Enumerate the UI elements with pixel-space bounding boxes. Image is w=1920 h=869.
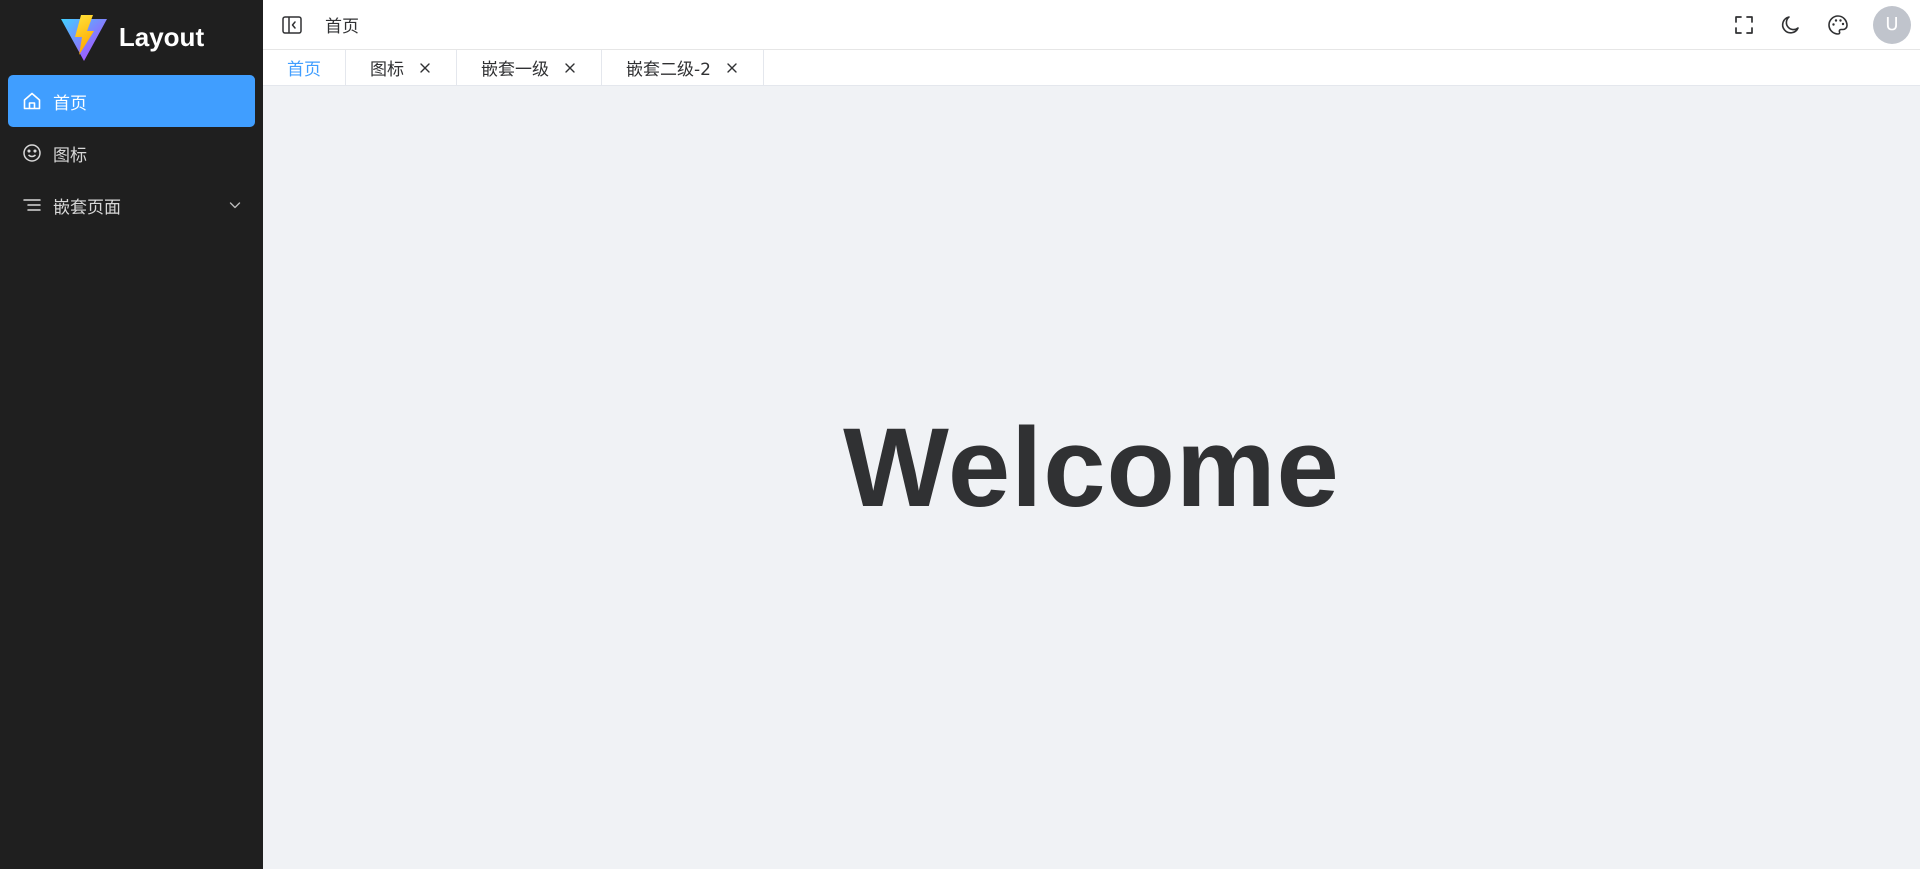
sidebar-item-nested[interactable]: 嵌套页面 (8, 179, 255, 231)
main-content: Welcome (263, 86, 1920, 869)
header-actions: U (1732, 5, 1920, 44)
sidebar-item-label: 嵌套页面 (53, 197, 121, 218)
moon-icon[interactable] (1779, 13, 1803, 37)
sidebar-item-home[interactable]: 首页 (8, 75, 255, 127)
tab-nested-level1[interactable]: 嵌套一级 (457, 50, 602, 85)
sidebar-item-icons[interactable]: 图标 (8, 127, 255, 179)
tab-nested-level2[interactable]: 嵌套二级-2 (602, 50, 764, 85)
welcome-heading: Welcome (843, 405, 1340, 530)
smile-icon (21, 142, 43, 164)
tab-home[interactable]: 首页 (263, 50, 346, 85)
close-icon[interactable] (563, 61, 577, 75)
user-avatar[interactable]: U (1873, 5, 1911, 44)
sidebar-item-label: 图标 (53, 145, 87, 166)
close-icon[interactable] (725, 61, 739, 75)
tab-label: 首页 (287, 60, 321, 80)
tabs-bar: 首页 图标 嵌套一级 嵌套二级-2 (263, 50, 1920, 86)
sidebar-menu: 首页 图标 嵌套页面 (0, 75, 263, 231)
palette-icon[interactable] (1826, 13, 1850, 37)
vite-logo-icon (60, 14, 107, 61)
list-icon (21, 194, 43, 216)
fullscreen-icon[interactable] (1732, 13, 1756, 37)
sidebar-item-label: 首页 (53, 93, 87, 114)
top-header: 首页 U (263, 0, 1920, 50)
tab-icons[interactable]: 图标 (346, 50, 457, 85)
tab-label: 嵌套二级-2 (626, 60, 711, 80)
breadcrumb[interactable]: 首页 (325, 12, 359, 37)
home-icon (21, 90, 43, 112)
tab-label: 图标 (370, 60, 404, 80)
close-icon[interactable] (418, 61, 432, 75)
tab-label: 嵌套一级 (481, 60, 549, 80)
collapse-sidebar-icon[interactable] (281, 14, 303, 36)
sidebar: Layout 首页 图标 嵌套页面 (0, 0, 263, 869)
logo[interactable]: Layout (0, 0, 263, 75)
chevron-down-icon[interactable] (227, 197, 243, 213)
logo-text: Layout (118, 22, 205, 52)
